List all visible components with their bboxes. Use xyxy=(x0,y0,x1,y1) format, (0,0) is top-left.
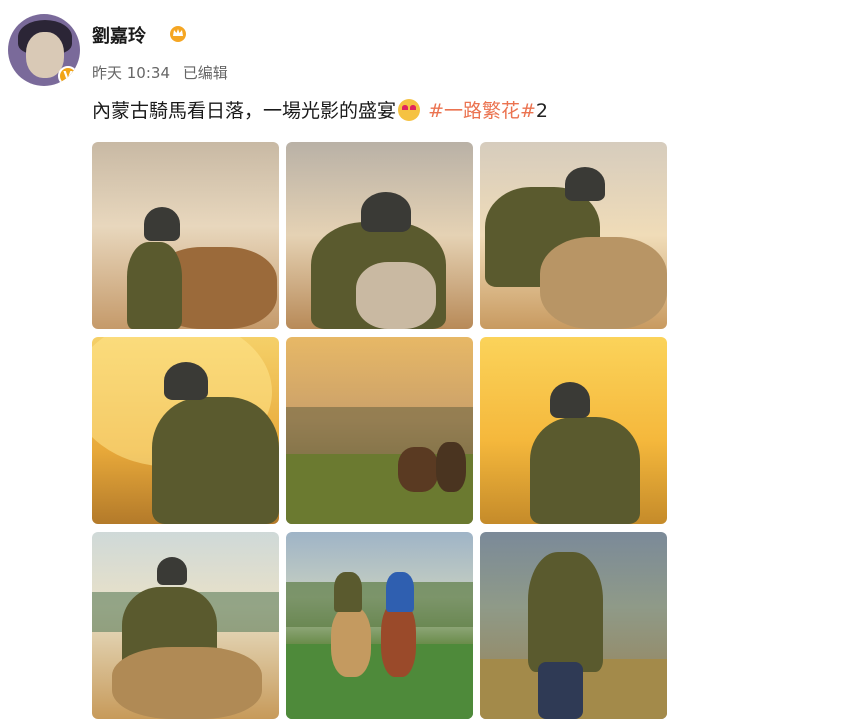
horse xyxy=(356,262,436,329)
rider-coat xyxy=(386,572,414,612)
hashtag-link[interactable]: #一路繁花# xyxy=(428,100,536,122)
rider-coat xyxy=(127,242,182,329)
rider-helmet xyxy=(565,167,605,201)
post-meta: 昨天 10:34 已编辑 xyxy=(92,62,236,83)
photo-thumbnail[interactable] xyxy=(480,337,667,524)
rider-coat xyxy=(152,397,279,524)
post-header: V 劉嘉玲 昨天 10:34 已编辑 xyxy=(8,14,808,94)
walker-jeans xyxy=(538,662,583,719)
edited-label[interactable]: 已编辑 xyxy=(183,64,228,82)
rider-helmet xyxy=(550,382,590,418)
rider-helmet xyxy=(361,192,411,232)
walker-coat xyxy=(528,552,603,672)
photo-thumbnail[interactable] xyxy=(92,532,279,719)
photo-thumbnail[interactable] xyxy=(92,337,279,524)
rider-coat xyxy=(530,417,640,524)
user-name[interactable]: 劉嘉玲 xyxy=(92,22,146,48)
photo-thumbnail[interactable] xyxy=(286,142,473,329)
rider-helmet xyxy=(144,207,180,241)
photo-thumbnail[interactable] xyxy=(286,532,473,719)
photo-thumbnail[interactable] xyxy=(92,142,279,329)
post-body: 內蒙古騎馬看日落，一場光影的盛宴 xyxy=(92,100,397,122)
post-text: 內蒙古騎馬看日落，一場光影的盛宴 #一路繁花#2 xyxy=(92,96,548,123)
photo-thumbnail[interactable] xyxy=(286,337,473,524)
horse xyxy=(436,442,466,492)
crown-icon xyxy=(170,26,186,42)
rider-helmet xyxy=(157,557,187,585)
photo-thumbnail[interactable] xyxy=(480,532,667,719)
verified-badge-icon: V xyxy=(58,66,78,86)
rider-coat xyxy=(334,572,362,612)
grassland xyxy=(286,644,473,719)
photo-grid xyxy=(92,142,667,719)
photo-thumbnail[interactable] xyxy=(480,142,667,329)
hills xyxy=(286,582,473,627)
avatar[interactable]: V xyxy=(8,14,80,86)
horse xyxy=(112,647,262,719)
horse xyxy=(331,607,371,677)
horse xyxy=(398,447,438,492)
horse xyxy=(381,602,416,677)
rider-helmet xyxy=(164,362,208,400)
horse xyxy=(540,237,667,329)
post-time[interactable]: 昨天 10:34 xyxy=(92,64,170,82)
heart-eyes-emoji-icon xyxy=(398,99,421,121)
hashtag-suffix: 2 xyxy=(535,100,548,122)
